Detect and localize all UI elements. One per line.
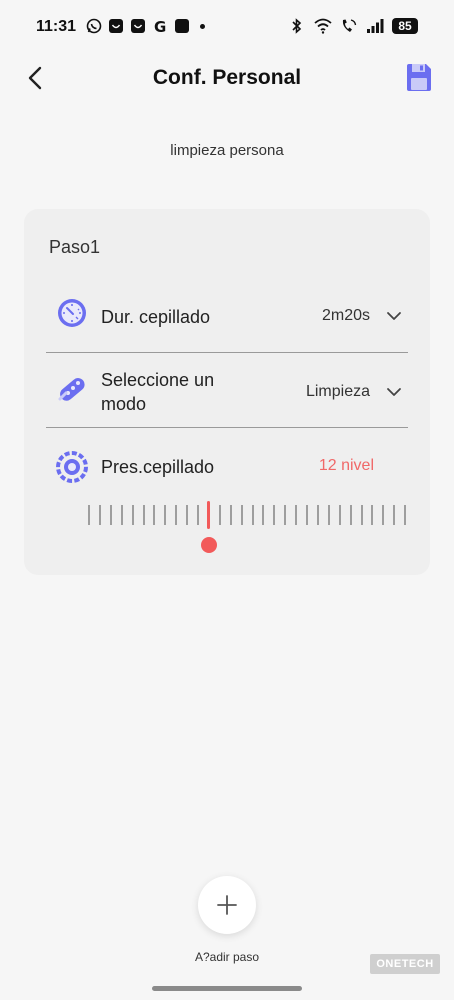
slider-tick: [186, 505, 189, 525]
mode-label-line2: modo: [101, 394, 147, 414]
brush-head-icon: [58, 378, 85, 401]
duration-value: 2m20s: [321, 307, 370, 324]
add-step-button[interactable]: [198, 876, 256, 934]
pressure-value: 12 nivel: [318, 457, 374, 474]
mode-row[interactable]: Seleccione un modo Limpieza: [46, 359, 408, 427]
routine-name: limpieza persona: [170, 142, 284, 159]
slider-tick: [197, 505, 199, 525]
slider-tick: [153, 505, 156, 525]
row-divider: [46, 352, 408, 353]
slider-tick: [284, 505, 287, 525]
slider-tick: [175, 505, 178, 525]
app-icon: [108, 18, 124, 34]
floppy-disk-icon: [407, 64, 431, 91]
app-icon: [130, 18, 146, 34]
app-icon: [174, 18, 190, 34]
slider-tick: [240, 505, 243, 525]
watermark-logo: ONETECH: [370, 954, 440, 974]
app-header: Conf. Personal: [0, 56, 454, 104]
chevron-down-icon: [387, 312, 401, 320]
slider-tick: [404, 505, 407, 525]
plus-icon: [217, 895, 237, 915]
svg-text:G: G: [154, 18, 166, 34]
notification-icons: G: [86, 18, 205, 34]
slider-tick: [273, 505, 276, 525]
slider-tick: [218, 505, 221, 525]
pressure-icon: [56, 451, 88, 483]
g-icon: G: [152, 18, 168, 34]
bluetooth-icon: [292, 18, 302, 34]
slider-tick: [109, 505, 112, 525]
slider-thumb-line[interactable]: [207, 501, 211, 529]
slider-tick: [142, 505, 145, 525]
chevron-down-icon: [387, 388, 401, 396]
save-button[interactable]: [406, 62, 432, 92]
slider-thumb[interactable]: [200, 537, 217, 553]
slider-tick: [295, 505, 298, 525]
slider-tick: [251, 505, 254, 525]
slider-tick: [316, 505, 319, 525]
slider-tick: [382, 505, 385, 525]
step-title: Paso1: [49, 237, 101, 257]
mode-label: Seleccione un modo: [101, 368, 214, 416]
slider-tick: [306, 505, 308, 525]
slider-tick: [229, 505, 232, 525]
home-indicator[interactable]: [152, 986, 302, 991]
wifi-icon: [314, 18, 332, 34]
slider-tick: [393, 505, 396, 525]
slider-tick: [131, 505, 134, 525]
slider-tick: [88, 505, 90, 525]
step-card: Paso1 Dur. cepillado 2m20s Seleccione un…: [24, 209, 430, 575]
duration-label: Dur. cepillado: [101, 307, 211, 327]
slider-tick: [164, 505, 167, 525]
slider-tick: [262, 505, 265, 525]
slider-tick: [349, 505, 352, 525]
pressure-row: Pres.cepillado 12 nivel: [46, 441, 408, 491]
slider-tick: [360, 505, 363, 525]
system-icons: 85: [288, 18, 418, 34]
slider-tick: [338, 505, 341, 525]
status-bar: 11:31 G 85: [0, 0, 454, 56]
pressure-slider[interactable]: [88, 501, 407, 561]
page-title: Conf. Personal: [152, 66, 302, 89]
more-notifications-dot: [200, 23, 205, 29]
whatsapp-icon: [86, 18, 102, 34]
slider-tick: [120, 505, 123, 525]
signal-icon: [367, 19, 384, 33]
row-divider: [46, 427, 408, 428]
slider-tick: [327, 505, 330, 525]
mode-value: Limpieza: [305, 383, 370, 400]
pressure-label: Pres.cepillado: [101, 457, 215, 477]
mode-label-line1: Seleccione un: [101, 370, 215, 390]
timer-icon: [58, 299, 86, 327]
slider-tick: [98, 505, 101, 525]
status-time: 11:31: [36, 18, 77, 35]
battery-indicator: 85: [392, 18, 418, 34]
wifi-calling-icon: [342, 19, 357, 32]
duration-row[interactable]: Dur. cepillado 2m20s: [46, 289, 408, 345]
slider-tick: [371, 505, 374, 525]
